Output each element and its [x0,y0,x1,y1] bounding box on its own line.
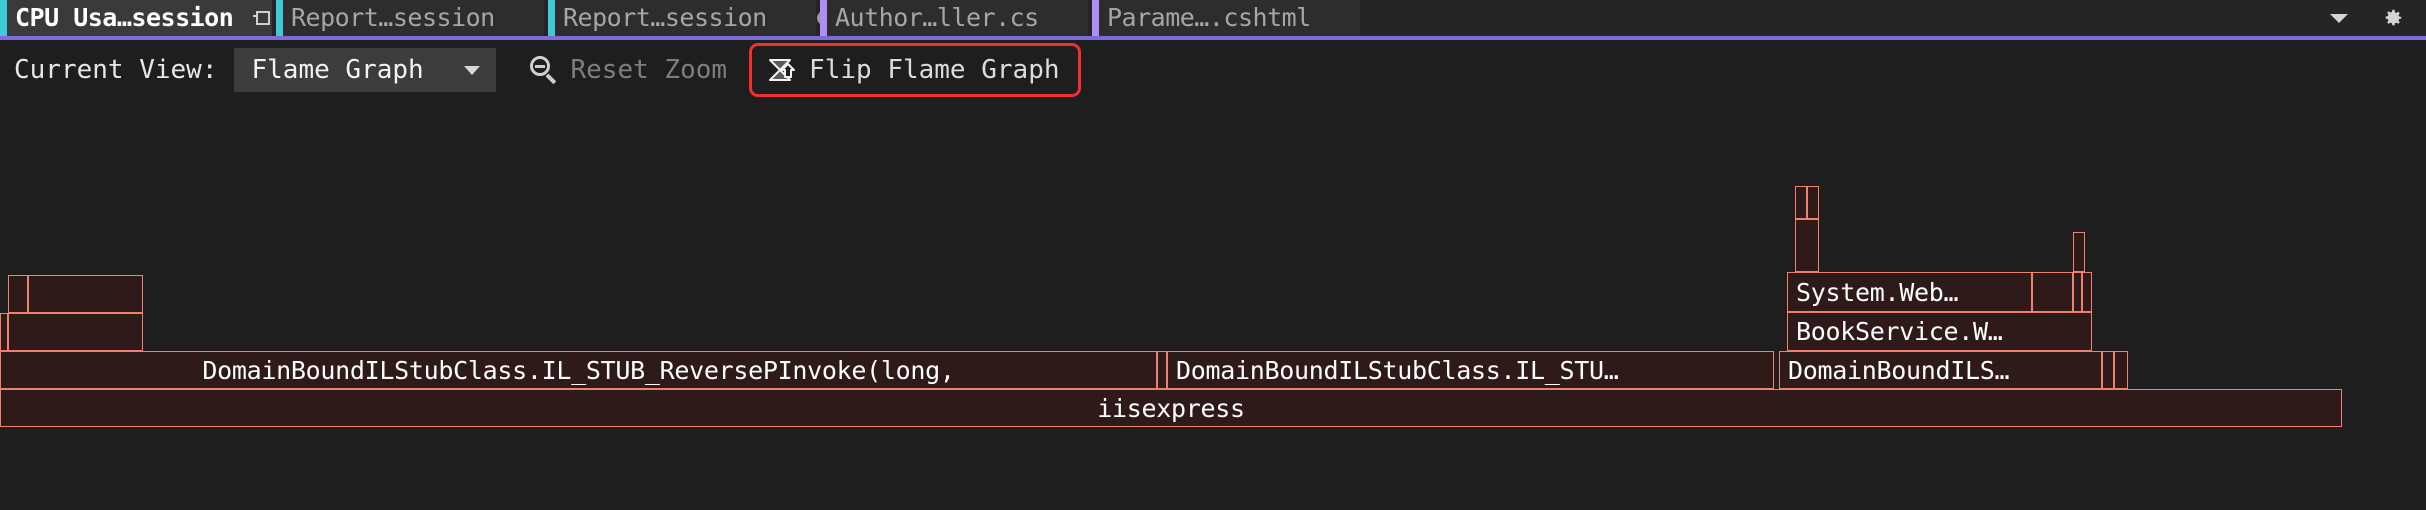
flame-graph-frame[interactable]: DomainBoundILStubClass.IL_STUB_ReversePI… [0,351,1157,389]
flip-flame-graph-button[interactable]: Flip Flame Graph [749,43,1081,97]
current-view-selected-value: Flame Graph [251,55,424,85]
editor-tab[interactable]: CPU Usa…session× [0,0,300,36]
flame-graph-frame[interactable] [2114,351,2128,389]
current-view-label: Current View: [14,55,218,85]
flame-graph-frame[interactable] [2073,272,2082,312]
flame-graph-frame[interactable]: iisexpress [0,389,2342,427]
editor-tab[interactable]: Parame….cshtml [1092,0,1360,36]
flame-graph-frame[interactable] [28,275,143,313]
pin-icon[interactable] [253,9,271,27]
flame-graph-frame[interactable] [2032,272,2073,312]
flame-graph-frame[interactable] [8,275,28,313]
tab-accent-bar [548,0,555,36]
chevron-down-icon [463,65,480,75]
flame-graph-frame[interactable] [1795,186,1807,219]
tab-accent-bar [0,0,7,36]
reset-zoom-label: Reset Zoom [570,55,728,85]
tab-title: Report…session [563,3,767,32]
flame-frame-label: DomainBoundILS… [1788,355,2010,385]
flame-graph-frame[interactable] [1807,186,1819,219]
flame-frame-label: BookService.W… [1796,317,2003,346]
tab-accent-bar [820,0,827,36]
editor-tab-bar: CPU Usa…session×Report…sessionReport…ses… [0,0,2426,40]
chevron-down-icon[interactable] [2330,13,2348,23]
tab-title: Author…ller.cs [835,3,1039,32]
reset-zoom-button[interactable]: Reset Zoom [518,45,740,95]
flame-graph-canvas[interactable]: DomainBoundILStubClass.IL_STUB_ReversePI… [0,100,2426,510]
flame-frame-label: DomainBoundILStubClass.IL_STUB_ReversePI… [202,355,955,385]
flame-graph-frame[interactable] [2082,272,2092,312]
tab-title: Report…session [291,3,495,32]
flame-graph-frame[interactable]: DomainBoundILS… [1779,351,2102,389]
flip-flame-graph-icon [766,55,796,85]
flame-frame-label: System.Web… [1796,277,1959,307]
flame-graph-frame[interactable] [1157,351,1167,389]
flame-graph-toolbar: Current View: Flame Graph Reset Zoom Fli… [0,40,2426,100]
flip-flame-graph-label: Flip Flame Graph [809,55,1060,85]
flame-frame-label: DomainBoundILStubClass.IL_STU… [1176,355,1619,385]
flame-graph-frame[interactable]: DomainBoundILStubClass.IL_STU… [1167,351,1774,389]
flame-frame-label: iisexpress [1097,393,1245,423]
flame-graph-frame[interactable]: BookService.W… [1787,312,2092,351]
editor-tab[interactable]: Report…session [276,0,544,36]
current-view-select[interactable]: Flame Graph [233,48,496,92]
tabbar-right-actions [2330,0,2426,36]
zoom-out-icon [529,56,558,85]
tabs-container: CPU Usa…session×Report…sessionReport…ses… [0,0,1364,36]
tab-title: Parame….cshtml [1107,3,1311,32]
tab-accent-bar [1092,0,1099,36]
flame-graph-frame[interactable] [1795,219,1819,272]
flame-graph-frame[interactable]: System.Web… [1787,272,2032,312]
flame-graph-frame[interactable] [2073,232,2085,272]
flame-graph-frame[interactable] [0,313,8,351]
gear-icon[interactable] [2382,7,2404,29]
tab-accent-bar [276,0,283,36]
editor-tab[interactable]: Report…session [548,0,831,36]
flame-graph-frame[interactable] [2102,351,2114,389]
tab-title: CPU Usa…session [15,3,234,32]
flame-graph-frame[interactable] [8,313,143,351]
editor-tab[interactable]: Author…ller.cs [820,0,1088,36]
